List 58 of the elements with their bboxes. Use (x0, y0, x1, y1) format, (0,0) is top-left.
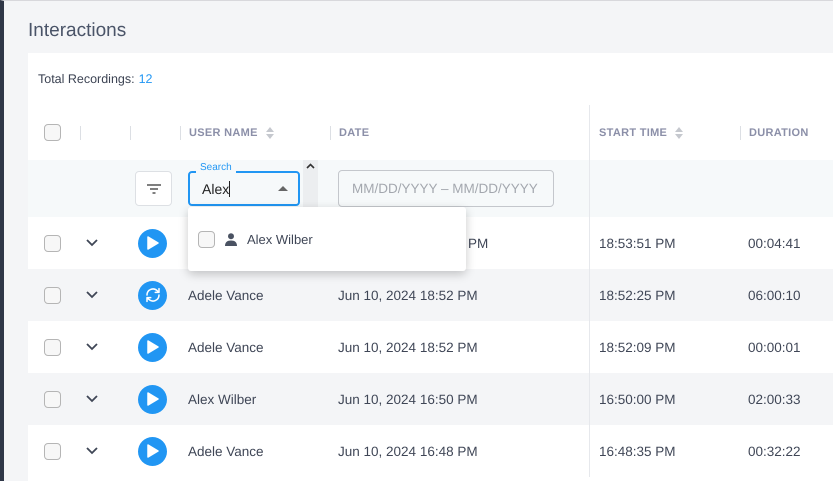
start-time: 16:50:00 PM (599, 392, 676, 406)
option-label[interactable]: Alex Wilber (247, 232, 313, 246)
filter-button[interactable] (135, 171, 172, 206)
column-header: DATE (339, 126, 370, 138)
date-range-field[interactable]: MM/DD/YYYY – MM/DD/YYYY (338, 170, 554, 207)
caret-icon (278, 186, 288, 191)
play-button[interactable] (138, 332, 167, 362)
total-count: 12 (138, 72, 152, 86)
chevron-icon[interactable] (86, 447, 98, 455)
row-checkbox[interactable] (44, 286, 61, 304)
duration: 00:32:22 (748, 444, 801, 458)
play-button[interactable] (138, 436, 167, 466)
user-name: Alex Wilber (188, 392, 256, 406)
row-checkbox[interactable] (44, 442, 61, 460)
column-header: DURATION (749, 126, 809, 138)
search-label: Search (196, 162, 236, 173)
start-time: 18:52:25 PM (599, 288, 676, 302)
chevron-icon[interactable] (86, 239, 98, 247)
user-name: Adele Vance (188, 340, 264, 354)
person-icon (225, 232, 237, 246)
user-name: Adele Vance (188, 444, 264, 458)
user-name: Adele Vance (188, 288, 264, 302)
date-text: PM (468, 236, 488, 250)
sort-icon[interactable] (266, 126, 274, 138)
row-checkbox[interactable] (44, 234, 61, 252)
filter-icon (146, 184, 160, 194)
date-text: Jun 10, 2024 16:48 PM (338, 444, 478, 458)
option-checkbox[interactable] (198, 230, 215, 248)
chevron-icon[interactable] (86, 343, 98, 351)
date-text: Jun 10, 2024 16:50 PM (338, 392, 478, 406)
sync-icon (144, 286, 162, 304)
sort-icon[interactable] (675, 126, 684, 138)
date-text: Jun 10, 2024 18:52 PM (338, 340, 478, 354)
play-icon (146, 236, 158, 250)
caret-up-icon (306, 163, 315, 169)
column-header[interactable]: START TIME (599, 126, 668, 138)
sync-button[interactable] (138, 280, 167, 310)
duration: 06:00:10 (748, 288, 801, 302)
start-time: 16:48:35 PM (599, 444, 676, 458)
row-checkbox[interactable] (44, 338, 61, 356)
play-icon (146, 444, 158, 458)
duration: 00:04:41 (748, 236, 801, 250)
play-icon (146, 340, 158, 354)
duration: 02:00:33 (748, 392, 801, 406)
select-all-checkbox[interactable] (44, 124, 61, 141)
row-checkbox[interactable] (44, 390, 61, 408)
start-time: 18:53:51 PM (599, 236, 676, 250)
duration: 00:00:01 (748, 340, 801, 354)
play-button[interactable] (138, 228, 167, 258)
column-header[interactable]: USER NAME (189, 126, 258, 138)
chevron-icon[interactable] (86, 395, 98, 403)
total-label: Total Recordings: (38, 72, 135, 86)
play-button[interactable] (138, 384, 167, 414)
date-text: Jun 10, 2024 18:52 PM (338, 288, 478, 302)
page-title: Interactions (28, 19, 128, 43)
play-icon (146, 392, 158, 406)
start-time: 18:52:09 PM (599, 340, 676, 354)
chevron-icon[interactable] (86, 291, 98, 299)
